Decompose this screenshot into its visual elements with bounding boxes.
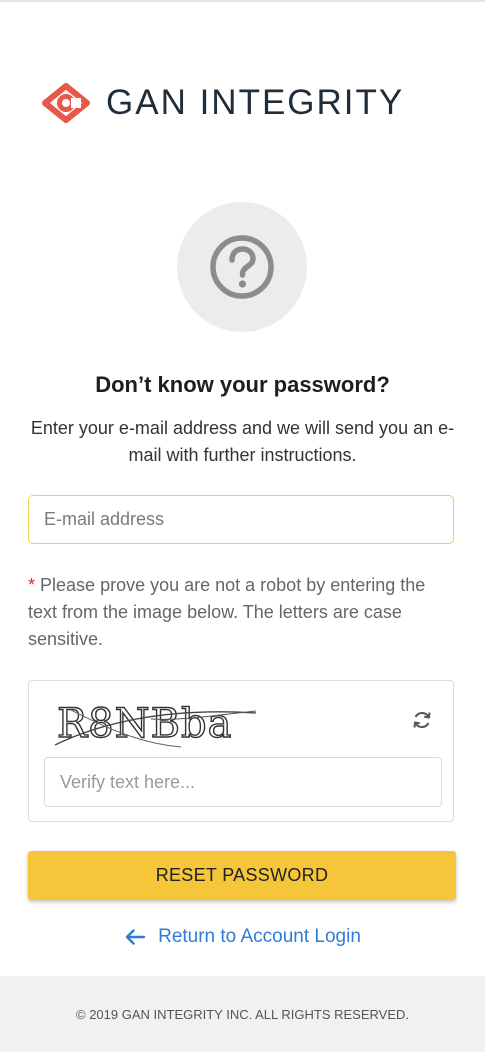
required-marker: * [28, 575, 36, 595]
page-title: Don’t know your password? [95, 372, 390, 397]
brand-logo: GAN INTEGRITY [40, 80, 450, 126]
captcha-instructions: * Please prove you are not a robot by en… [28, 572, 453, 653]
return-to-login-label: Return to Account Login [158, 926, 361, 947]
return-to-login-link[interactable]: Return to Account Login [0, 922, 485, 952]
copyright-text: © 2019 GAN INTEGRITY INC. ALL RIGHTS RES… [76, 1006, 409, 1022]
footer: © 2019 GAN INTEGRITY INC. ALL RIGHTS RES… [0, 976, 485, 1052]
captcha-verify-input[interactable] [44, 757, 442, 807]
help-badge [177, 202, 307, 332]
question-circle-icon [210, 235, 274, 299]
gan-integrity-logo-icon [42, 83, 90, 123]
email-field[interactable] [28, 495, 454, 544]
captcha-image: R8NBba [54, 700, 257, 748]
refresh-icon[interactable] [411, 709, 433, 731]
brand-name: GAN INTEGRITY [106, 83, 405, 122]
captcha-panel: R8NBba [28, 680, 454, 822]
top-border [0, 0, 485, 2]
arrow-left-icon [125, 929, 146, 945]
captcha-instructions-text: Please prove you are not a robot by ente… [28, 575, 426, 649]
reset-password-button[interactable]: RESET PASSWORD [28, 851, 456, 900]
page-subtitle: Enter your e-mail address and we will se… [30, 418, 455, 465]
